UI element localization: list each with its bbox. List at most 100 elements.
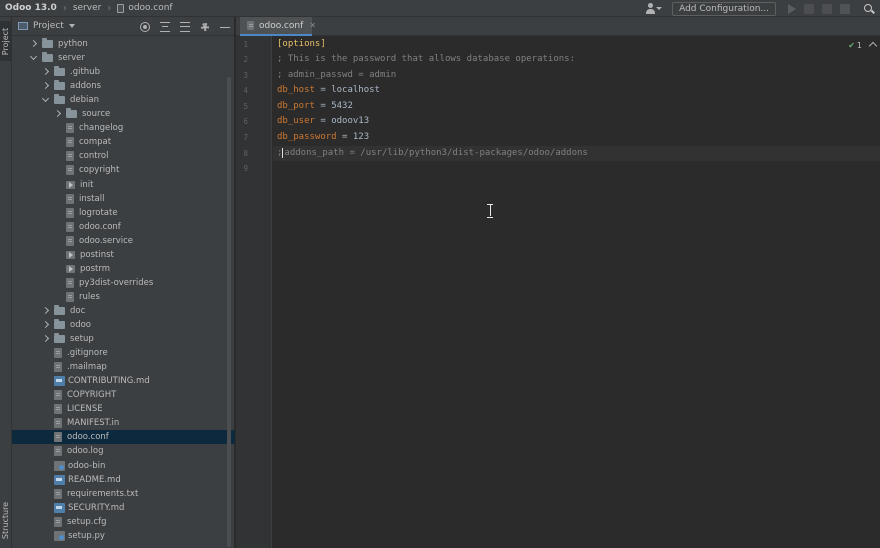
chevron-right-icon[interactable]	[42, 68, 50, 76]
tree-file[interactable]: odoo-bin	[12, 459, 235, 473]
tree-file[interactable]: postinst	[12, 248, 235, 262]
tree-folder[interactable]: addons	[12, 79, 235, 93]
tree-file[interactable]: .mailmap	[12, 360, 235, 374]
project-panel-title[interactable]: Project	[33, 21, 64, 31]
tree-file[interactable]: odoo.log	[12, 444, 235, 458]
file-icon	[54, 404, 62, 415]
python-file-icon	[54, 530, 65, 541]
tree-folder[interactable]: odoo	[12, 318, 235, 332]
tree-file[interactable]: install	[12, 192, 235, 206]
tree-item-label: setup.cfg	[67, 516, 107, 527]
tab-odoo-conf[interactable]: odoo.conf ✕	[240, 17, 316, 36]
tree-file[interactable]: rules	[12, 290, 235, 304]
hide-panel-icon[interactable]	[220, 22, 230, 32]
tree-file[interactable]: requirements.txt	[12, 487, 235, 501]
executable-file-icon	[66, 250, 75, 259]
tree-file[interactable]: init	[12, 178, 235, 192]
tree-item-label: postinst	[80, 249, 114, 260]
chevron-down-icon[interactable]	[30, 54, 38, 62]
line-number: 7	[243, 133, 248, 142]
chevron-right-icon[interactable]	[42, 82, 50, 90]
chevron-down-icon[interactable]	[68, 24, 75, 28]
tree-item-label: install	[79, 193, 105, 204]
tree-file[interactable]: postrm	[12, 262, 235, 276]
tree-file[interactable]: CONTRIBUTING.md	[12, 374, 235, 388]
line-number: 1	[243, 40, 248, 49]
chevron-up-icon[interactable]	[868, 41, 878, 51]
tree-scrollbar[interactable]	[227, 77, 231, 547]
executable-file-icon	[66, 264, 75, 273]
project-tool-tab[interactable]: Project	[0, 21, 12, 61]
file-icon	[54, 488, 62, 499]
code-line-8: ; addons_path = /usr/lib/python3/dist-pac…	[277, 147, 588, 158]
tree-item-label: changelog	[79, 123, 124, 134]
tree-folder[interactable]: setup	[12, 332, 235, 346]
tree-file[interactable]: MANIFEST.in	[12, 416, 235, 430]
chevron-right-icon[interactable]	[42, 307, 50, 315]
tree-file[interactable]: logrotate	[12, 206, 235, 220]
inspection-status[interactable]: ✔ 1	[848, 41, 862, 50]
structure-tool-tab[interactable]: Structure	[0, 497, 12, 543]
tree-folder[interactable]: doc	[12, 304, 235, 318]
tree-item-label: init	[80, 179, 94, 190]
tree-file[interactable]: compat	[12, 135, 235, 149]
tree-folder[interactable]: python	[12, 37, 235, 51]
tree-file[interactable]: changelog	[12, 121, 235, 135]
tree-file[interactable]: py3dist-overrides	[12, 276, 235, 290]
tree-file[interactable]: SECURITY.md	[12, 501, 235, 515]
add-configuration-button[interactable]: Add Configuration...	[672, 1, 776, 16]
tree-folder[interactable]: debian	[12, 93, 235, 107]
file-icon	[54, 348, 62, 359]
collapse-all-icon[interactable]	[180, 21, 190, 32]
tree-item-label: odoo.conf	[67, 432, 109, 443]
breadcrumb-separator: ›	[62, 2, 67, 14]
tree-file[interactable]: setup.cfg	[12, 515, 235, 529]
folder-icon	[54, 80, 65, 91]
breadcrumb-project[interactable]: Odoo 13.0	[5, 3, 57, 13]
coverage-icon[interactable]	[822, 3, 832, 14]
tree-file[interactable]: README.md	[12, 473, 235, 487]
tree-item-label: doc	[70, 305, 86, 316]
folder-icon	[54, 319, 65, 329]
tree-file[interactable]: odoo.conf	[12, 220, 235, 234]
tree-folder[interactable]: .github	[12, 65, 235, 79]
expand-all-icon[interactable]	[160, 21, 170, 32]
debug-icon[interactable]	[804, 3, 814, 14]
project-tree: python server .github addons debian source cha…	[12, 37, 235, 548]
tree-file[interactable]: copyright	[12, 163, 235, 177]
tree-file[interactable]: .gitignore	[12, 346, 235, 360]
breadcrumb-file[interactable]: odoo.conf	[128, 3, 172, 13]
tree-file[interactable]: control	[12, 149, 235, 163]
search-icon[interactable]	[864, 3, 874, 14]
chevron-right-icon[interactable]	[42, 321, 50, 329]
stop-icon[interactable]	[840, 3, 850, 14]
tab-label: odoo.conf	[259, 20, 304, 31]
navigation-bar: Odoo 13.0 › server › odoo.conf Add Confi…	[0, 0, 880, 17]
tree-file[interactable]: odoo.service	[12, 234, 235, 248]
tree-item-label: .github	[70, 67, 100, 78]
markdown-file-icon	[54, 376, 65, 387]
tree-folder[interactable]: source	[12, 107, 235, 121]
locate-file-icon[interactable]	[140, 21, 150, 32]
tree-file[interactable]: odoo.conf	[12, 430, 235, 445]
tree-file[interactable]: LICENSE	[12, 402, 235, 416]
run-icon[interactable]	[788, 3, 796, 14]
breadcrumb-server[interactable]: server	[73, 3, 102, 13]
chevron-right-icon[interactable]	[30, 40, 38, 48]
chevron-down-icon[interactable]	[42, 96, 50, 104]
file-icon	[66, 221, 74, 232]
tree-file[interactable]: setup.py	[12, 529, 235, 543]
code-editor[interactable]: [options] ; This is the password that al…	[273, 36, 880, 548]
chevron-right-icon[interactable]	[42, 335, 50, 343]
tree-item-label: compat	[79, 137, 112, 148]
tree-file[interactable]: COPYRIGHT	[12, 388, 235, 402]
close-icon[interactable]: ✕	[309, 21, 316, 30]
folder-icon	[54, 333, 65, 344]
line-number-gutter: 1 2 3 4 5 6 7 8 9	[236, 36, 272, 548]
chevron-right-icon[interactable]	[54, 110, 62, 118]
user-account-icon[interactable]	[646, 2, 664, 16]
file-icon	[117, 3, 125, 13]
tree-folder[interactable]: server	[12, 51, 235, 65]
tree-item-label: COPYRIGHT	[67, 390, 117, 401]
gear-icon[interactable]	[200, 22, 210, 32]
